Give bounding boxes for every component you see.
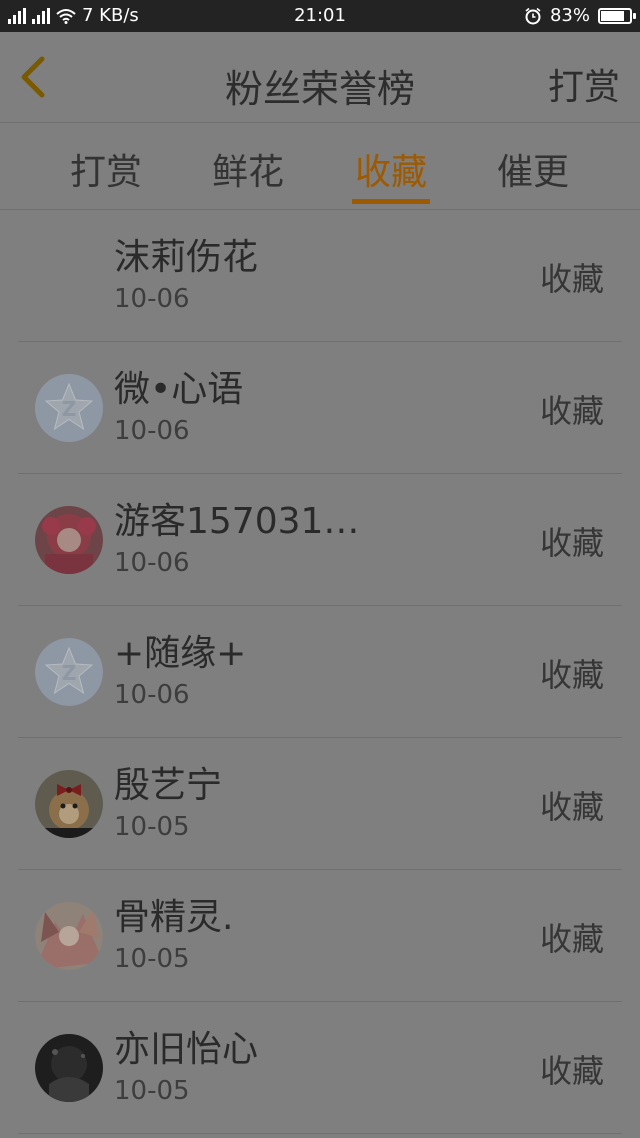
list-item[interactable]: 殷艺宁 10-05 收藏 <box>18 738 622 870</box>
action-label: 收藏 <box>539 788 604 826</box>
page-title: 粉丝荣誉榜 <box>224 67 415 111</box>
list-item[interactable]: 亦旧怡心 10-05 收藏 <box>18 1002 622 1134</box>
user-name: 游客157031… <box>114 501 360 542</box>
avatar[interactable] <box>35 506 103 574</box>
avatar[interactable]: Z <box>35 374 103 442</box>
default-star-icon: Z <box>35 638 103 706</box>
user-name: 殷艺宁 <box>114 765 223 806</box>
status-bar: 7 KB/s 21:01 83% <box>0 0 640 32</box>
item-date: 10-05 <box>114 812 190 842</box>
dark-photo <box>35 1034 103 1102</box>
avatar[interactable]: Z <box>35 638 103 706</box>
active-tab-indicator <box>352 199 430 204</box>
list-item[interactable]: Z +随缘+ 10-06 收藏 <box>18 606 622 738</box>
anime-illustration-photo <box>35 902 103 970</box>
fan-list: 沫莉伤花 10-06 收藏 Z 微•心语 10-06 收藏 游客157031… … <box>0 210 640 1134</box>
tab-flowers[interactable]: 鲜花 <box>198 143 298 195</box>
anime-girl-photo <box>35 506 103 574</box>
action-label: 收藏 <box>539 524 604 562</box>
item-date: 10-06 <box>114 284 190 314</box>
list-item[interactable]: 骨精灵. 10-05 收藏 <box>18 870 622 1002</box>
avatar[interactable] <box>35 770 103 838</box>
action-label: 收藏 <box>539 260 604 298</box>
avatar[interactable] <box>35 902 103 970</box>
list-item[interactable]: 沫莉伤花 10-06 收藏 <box>18 210 622 342</box>
battery-icon <box>598 7 636 24</box>
default-star-icon: Z <box>35 374 103 442</box>
tab-reward[interactable]: 打赏 <box>56 143 156 195</box>
action-label: 收藏 <box>539 1052 604 1090</box>
list-item[interactable]: 游客157031… 10-06 收藏 <box>18 474 622 606</box>
avatar[interactable] <box>35 1034 103 1102</box>
tab-bar: 打赏 鲜花 收藏 催更 <box>0 123 640 210</box>
list-item[interactable]: Z 微•心语 10-06 收藏 <box>18 342 622 474</box>
user-name: 微•心语 <box>114 369 244 410</box>
action-label: 收藏 <box>539 656 604 694</box>
user-name: 沫莉伤花 <box>114 237 259 278</box>
dog-photo <box>35 770 103 838</box>
item-date: 10-06 <box>114 548 190 578</box>
nav-header: 粉丝荣誉榜 打赏 <box>0 32 640 123</box>
alarm-icon <box>525 7 541 24</box>
action-label: 收藏 <box>539 392 604 430</box>
tab-urge-update[interactable]: 催更 <box>483 143 583 195</box>
status-right: 83% <box>524 5 636 26</box>
svg-text:Z: Z <box>62 661 77 685</box>
item-date: 10-06 <box>114 680 190 710</box>
battery-percent: 83% <box>549 5 590 26</box>
svg-text:Z: Z <box>62 397 77 421</box>
user-name: 亦旧怡心 <box>114 1029 259 1070</box>
reward-button[interactable]: 打赏 <box>548 58 620 110</box>
user-name: 骨精灵. <box>114 897 234 938</box>
item-date: 10-06 <box>114 416 190 446</box>
action-label: 收藏 <box>539 920 604 958</box>
item-date: 10-05 <box>114 1076 190 1106</box>
tab-favorites[interactable]: 收藏 <box>341 143 441 195</box>
user-name: +随缘+ <box>114 633 247 674</box>
item-date: 10-05 <box>114 944 190 974</box>
